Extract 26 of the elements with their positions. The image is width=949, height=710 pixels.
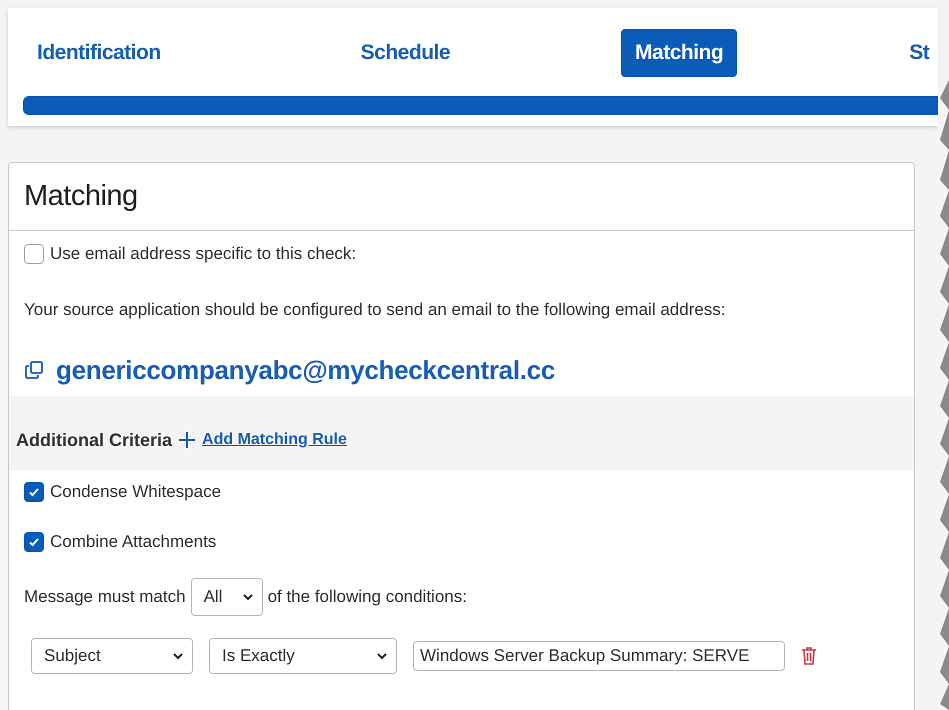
email-address: genericcompanyabc@mycheckcentral.cc (56, 354, 555, 386)
match-label: Message must match (24, 587, 186, 607)
step-tab[interactable]: Matching (621, 29, 738, 77)
operator-select[interactable]: Is Exactly (209, 638, 397, 674)
panel-title: Matching (24, 180, 138, 213)
trash-icon[interactable] (801, 646, 817, 666)
checkbox[interactable] (24, 482, 44, 502)
checkbox[interactable] (24, 532, 44, 552)
checkmark-icon (28, 486, 40, 498)
checkbox[interactable] (24, 244, 44, 264)
step-tab[interactable]: Identification (23, 29, 175, 77)
instruction-text: Your source application should be configured to send an email to the following email address: (24, 300, 727, 320)
field-select[interactable]: Subject (31, 638, 193, 674)
match-select[interactable]: All (190, 578, 263, 616)
value-field[interactable]: Windows Server Backup Summary: SERVE (413, 641, 785, 671)
match-label: of the following conditions: (268, 587, 467, 607)
checkbox-label: Condense Whitespace (50, 482, 222, 502)
checkbox-label: Use email address specific to this check: (50, 244, 356, 264)
checkbox-label: Combine Attachments (50, 532, 216, 552)
copy-icon[interactable] (24, 360, 44, 380)
checkmark-icon (28, 536, 40, 548)
step-tab[interactable]: Schedule (346, 29, 464, 77)
section-title: Additional Criteria (16, 430, 172, 450)
step-tab[interactable]: St (895, 29, 938, 77)
plus-icon[interactable] (178, 431, 196, 449)
add-rule-link[interactable]: Add Matching Rule (202, 431, 347, 449)
